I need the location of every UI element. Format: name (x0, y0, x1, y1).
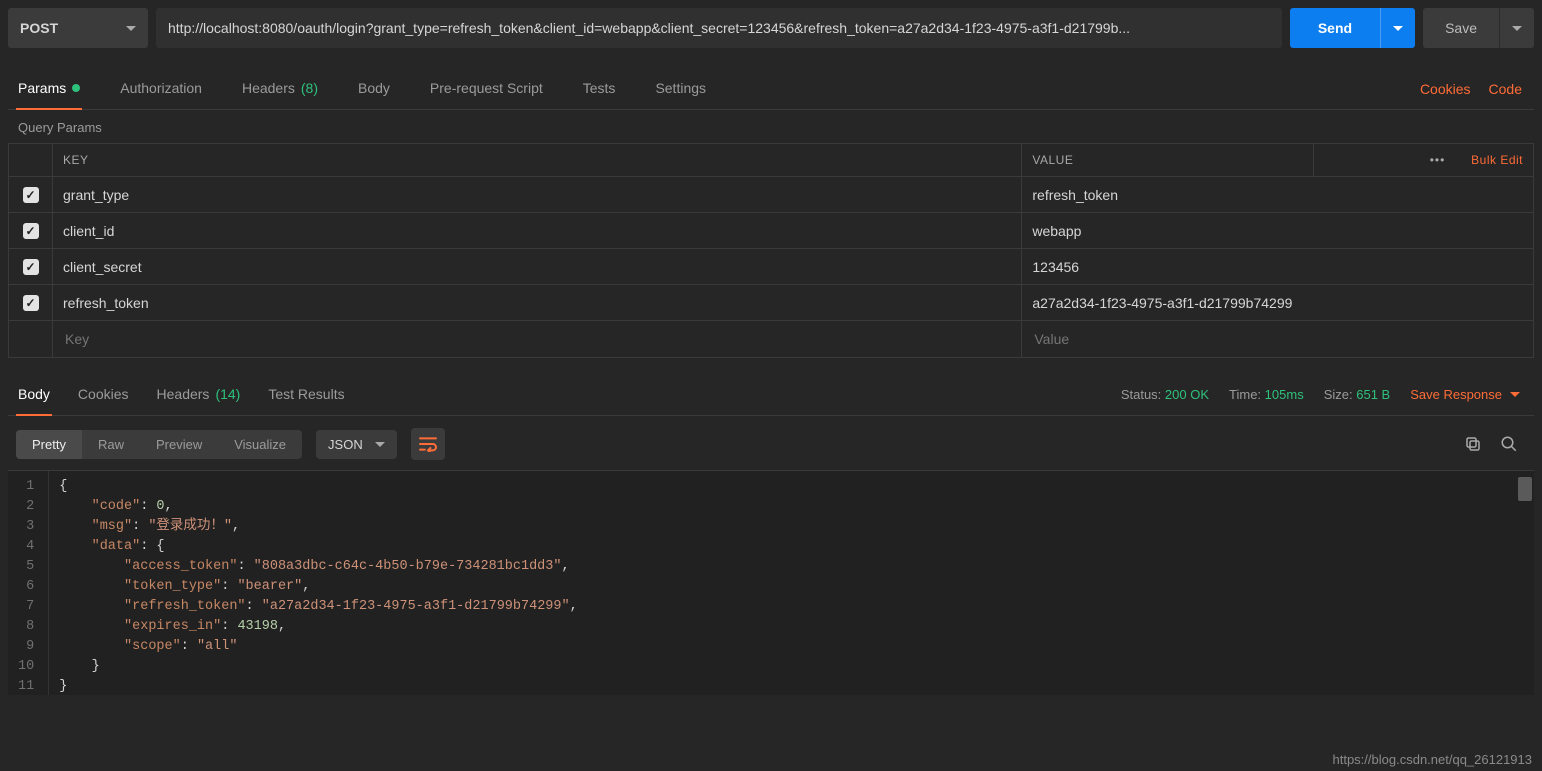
send-button-group: Send (1290, 8, 1415, 48)
cookies-link[interactable]: Cookies (1420, 81, 1471, 97)
table-header-key: KEY (53, 144, 1022, 177)
tab-body[interactable]: Body (356, 70, 392, 110)
chevron-down-icon (375, 442, 385, 447)
json-line: } (59, 657, 1524, 677)
json-code-area: { "code": 0, "msg": "登录成功！", "data": { "… (49, 471, 1534, 695)
param-value-cell[interactable]: a27a2d34-1f23-4975-a3f1-d21799b74299 (1022, 285, 1534, 321)
response-json-viewer[interactable]: 1234567891011 { "code": 0, "msg": "登录成功！… (8, 470, 1534, 695)
table-row: ✓ refresh_tokena27a2d34-1f23-4975-a3f1-d2… (9, 285, 1534, 321)
http-method-label: POST (20, 20, 58, 36)
body-format-select[interactable]: JSON (316, 430, 397, 459)
size-label: Size: (1324, 387, 1353, 402)
json-line: "msg": "登录成功！", (59, 517, 1524, 537)
response-tab-test-results[interactable]: Test Results (266, 376, 346, 416)
bulk-edit-link[interactable]: Bulk Edit (1471, 153, 1523, 167)
headers-count-badge: (8) (301, 80, 318, 96)
chevron-down-icon (1510, 392, 1520, 397)
response-headers-count-badge: (14) (215, 386, 240, 402)
json-line: "refresh_token": "a27a2d34-1f23-4975-a3f… (59, 597, 1524, 617)
tab-prerequest[interactable]: Pre-request Script (428, 70, 545, 110)
size-value: 651 B (1356, 387, 1390, 402)
url-input[interactable]: http://localhost:8080/oauth/login?grant_… (156, 8, 1282, 48)
response-tab-body[interactable]: Body (16, 376, 52, 416)
response-tab-cookies[interactable]: Cookies (76, 376, 131, 416)
response-tab-headers[interactable]: Headers (14) (155, 376, 243, 416)
pill-visualize[interactable]: Visualize (218, 430, 302, 459)
chevron-down-icon (1512, 26, 1522, 31)
table-row: ✓ grant_typerefresh_token (9, 177, 1534, 213)
http-method-select[interactable]: POST (8, 8, 148, 48)
query-params-table: KEY VALUE ••• Bulk Edit ✓grant_typerefre… (8, 143, 1534, 358)
json-line: "token_type": "bearer", (59, 577, 1524, 597)
row-checkbox[interactable]: ✓ (23, 295, 39, 311)
send-button[interactable]: Send (1290, 8, 1380, 48)
row-checkbox[interactable]: ✓ (23, 223, 39, 239)
param-key-cell[interactable]: grant_type (53, 177, 1022, 213)
save-button-group: Save (1423, 8, 1534, 48)
tab-headers[interactable]: Headers (8) (240, 70, 320, 110)
save-button[interactable]: Save (1423, 8, 1499, 48)
tab-tests[interactable]: Tests (581, 70, 618, 110)
table-row: ✓ client_secret123456 (9, 249, 1534, 285)
param-key-cell[interactable]: client_secret (53, 249, 1022, 285)
json-line: } (59, 677, 1524, 695)
row-checkbox[interactable]: ✓ (23, 259, 39, 275)
chevron-down-icon (1393, 26, 1403, 31)
param-key-cell[interactable]: refresh_token (53, 285, 1022, 321)
query-params-title: Query Params (8, 110, 1534, 143)
scrollbar-thumb[interactable] (1518, 477, 1532, 501)
tab-settings[interactable]: Settings (653, 70, 708, 110)
url-text: http://localhost:8080/oauth/login?grant_… (168, 20, 1130, 36)
pill-pretty[interactable]: Pretty (16, 430, 82, 459)
new-key-input[interactable] (63, 330, 1011, 348)
copy-icon[interactable] (1462, 433, 1484, 455)
pill-raw[interactable]: Raw (82, 430, 140, 459)
row-checkbox[interactable]: ✓ (23, 187, 39, 203)
pill-preview[interactable]: Preview (140, 430, 218, 459)
json-line: "scope": "all" (59, 637, 1524, 657)
status-value: 200 OK (1165, 387, 1209, 402)
search-icon[interactable] (1498, 433, 1520, 455)
params-active-dot-icon (72, 84, 80, 92)
line-number-gutter: 1234567891011 (8, 471, 49, 695)
wrap-lines-button[interactable] (411, 428, 445, 460)
param-value-cell[interactable]: refresh_token (1022, 177, 1534, 213)
param-value-cell[interactable]: webapp (1022, 213, 1534, 249)
send-dropdown[interactable] (1380, 8, 1415, 48)
watermark-text: https://blog.csdn.net/qq_26121913 (1333, 752, 1533, 767)
save-response-button[interactable]: Save Response (1410, 387, 1520, 402)
json-line: { (59, 477, 1524, 497)
chevron-down-icon (126, 26, 136, 31)
body-view-mode-pills: Pretty Raw Preview Visualize (16, 430, 302, 459)
table-row: ✓ client_idwebapp (9, 213, 1534, 249)
save-dropdown[interactable] (1499, 8, 1534, 48)
table-row-new (9, 321, 1534, 358)
json-line: "data": { (59, 537, 1524, 557)
tab-params[interactable]: Params (16, 70, 82, 110)
new-value-input[interactable] (1032, 330, 1523, 348)
table-header-checkbox (9, 144, 53, 177)
json-line: "access_token": "808a3dbc-c64c-4b50-b79e… (59, 557, 1524, 577)
json-line: "code": 0, (59, 497, 1524, 517)
more-icon[interactable]: ••• (1430, 153, 1446, 167)
param-value-cell[interactable]: 123456 (1022, 249, 1534, 285)
time-label: Time: (1229, 387, 1261, 402)
time-value: 105ms (1265, 387, 1304, 402)
param-key-cell[interactable]: client_id (53, 213, 1022, 249)
status-label: Status: (1121, 387, 1161, 402)
json-line: "expires_in": 43198, (59, 617, 1524, 637)
table-header-value: VALUE (1022, 144, 1314, 177)
tab-authorization[interactable]: Authorization (118, 70, 204, 110)
code-link[interactable]: Code (1489, 81, 1522, 97)
